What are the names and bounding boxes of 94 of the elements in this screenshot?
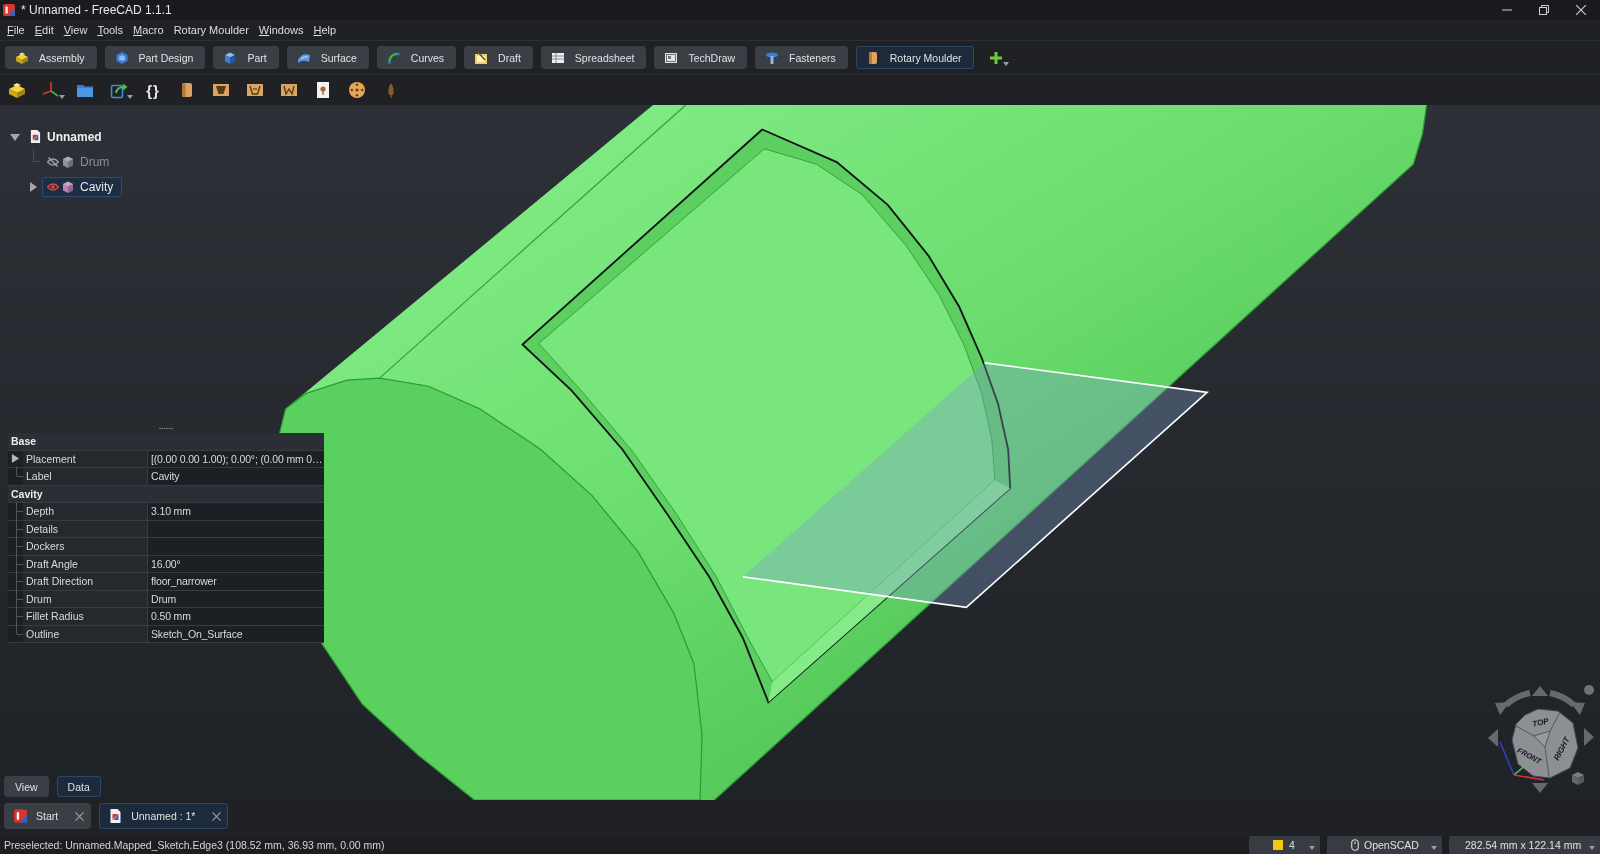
- arrow-right-icon[interactable]: [28, 181, 38, 192]
- plus-icon[interactable]: [989, 51, 1002, 64]
- axes-icon[interactable]: [42, 81, 60, 99]
- menu-item[interactable]: File: [7, 24, 25, 36]
- restore-icon[interactable]: [1539, 5, 1549, 15]
- left-arrow-icon[interactable]: [1488, 729, 1498, 747]
- axis-triad-icon: [1499, 741, 1545, 781]
- document-icon: [109, 809, 123, 823]
- group-header: Base: [8, 433, 324, 451]
- drafting-board-icon: [474, 50, 489, 65]
- workbench-tab[interactable]: Assembly: [5, 46, 97, 69]
- caret-icon[interactable]: [1309, 846, 1315, 850]
- recess-icon[interactable]: [246, 81, 264, 99]
- menu-item[interactable]: Macro: [133, 24, 164, 36]
- swatch-icon: [1273, 840, 1283, 850]
- cube-face-label: TOP: [1531, 716, 1550, 729]
- property-value[interactable]: Sketch_On_Surface: [148, 625, 324, 642]
- eye-icon[interactable]: [47, 180, 59, 193]
- property-name: Label: [23, 468, 148, 485]
- tree-item[interactable]: Unnamed: [25, 126, 111, 147]
- property-value[interactable]: [(0.00 0.00 1.00); 0.00°; (0.00 mm 0…: [148, 450, 324, 467]
- workbench-tab[interactable]: Rotary Moulder: [855, 46, 974, 69]
- cube-icon: [223, 50, 238, 65]
- down-arrow-icon[interactable]: [1532, 783, 1548, 793]
- window-title: * Unnamed - FreeCAD 1.1.1: [21, 3, 172, 17]
- property-name: Depth: [23, 503, 148, 520]
- caret-icon[interactable]: [1589, 846, 1595, 850]
- menu-item[interactable]: Rotary Moulder: [173, 24, 249, 36]
- disc-icon[interactable]: [348, 81, 366, 99]
- property-value[interactable]: Cavity: [148, 468, 324, 485]
- sheet-icon[interactable]: [314, 81, 332, 99]
- menu-dot-icon[interactable]: [1584, 685, 1594, 695]
- document-icon: [30, 130, 41, 143]
- property-value[interactable]: 0.50 mm: [148, 608, 324, 625]
- navigation-cube[interactable]: [1511, 708, 1579, 779]
- boxes-icon[interactable]: [8, 81, 26, 99]
- property-name: Dockers: [23, 538, 148, 555]
- workbench-tab[interactable]: Surface: [286, 46, 369, 69]
- menu-item[interactable]: View: [63, 24, 88, 36]
- workbench-tab[interactable]: TechDraw: [654, 46, 748, 69]
- crossed-eye-icon[interactable]: [47, 155, 59, 168]
- property-name: Draft Direction: [23, 573, 148, 590]
- tree-item[interactable]: Cavity: [42, 176, 123, 197]
- notch-icon[interactable]: [280, 81, 298, 99]
- small-cube-icon[interactable]: [1572, 772, 1584, 785]
- menu-item[interactable]: Help: [313, 24, 337, 36]
- workbench-tab[interactable]: Curves: [376, 46, 457, 69]
- curved-arrow-icon[interactable]: [1549, 690, 1585, 715]
- caret-icon[interactable]: [127, 95, 133, 99]
- curve-icon: [386, 50, 401, 65]
- status-dropdown[interactable]: 282.54 mm x 122.14 mm: [1449, 836, 1600, 854]
- export-icon[interactable]: [110, 81, 128, 99]
- status-dropdown[interactable]: OpenSCAD: [1327, 836, 1442, 854]
- app-logo-icon: [3, 4, 15, 16]
- panel-tab[interactable]: Data: [56, 776, 101, 797]
- property-name: Fillet Radius: [23, 608, 148, 625]
- app-logo-icon: [14, 809, 27, 823]
- grip-icon[interactable]: [159, 426, 173, 430]
- close-icon[interactable]: [1576, 5, 1586, 15]
- document-tab[interactable]: Start: [4, 803, 92, 829]
- drawing-sheet-icon: [664, 50, 679, 65]
- workbench-tab[interactable]: Part Design: [104, 46, 206, 69]
- menu-item[interactable]: Windows: [258, 24, 304, 36]
- status-dropdown[interactable]: 4: [1249, 836, 1320, 854]
- property-value[interactable]: floor_narrower: [148, 573, 324, 590]
- tree-item[interactable]: Drum: [42, 151, 119, 172]
- up-arrow-icon[interactable]: [1532, 686, 1548, 696]
- caret-icon[interactable]: [1431, 846, 1437, 850]
- menu-item[interactable]: Tools: [97, 24, 124, 36]
- right-arrow-icon[interactable]: [1584, 728, 1594, 746]
- braces-button[interactable]: {}: [146, 81, 160, 99]
- close-icon[interactable]: [212, 811, 222, 821]
- mouse-icon: [1351, 839, 1359, 851]
- workbench-tab[interactable]: Part: [213, 46, 279, 69]
- status-message: Preselected: Unnamed.Mapped_Sketch.Edge3 (108.52 mm, 36.93 mm, 0.00 mm): [3, 839, 385, 851]
- panel-tab[interactable]: View: [4, 776, 49, 797]
- workbench-tab[interactable]: Spreadsheet: [540, 46, 647, 69]
- workbench-tab[interactable]: Draft: [464, 46, 533, 69]
- property-value[interactable]: 16.00°: [148, 555, 324, 572]
- arrow-down-icon[interactable]: [10, 131, 20, 142]
- document-tab[interactable]: Unnamed : 1*: [99, 803, 229, 829]
- hexagon-icon: [114, 50, 129, 65]
- arrow-right-icon[interactable]: [11, 454, 20, 464]
- caret-icon[interactable]: [59, 95, 65, 99]
- curved-arrow-icon[interactable]: [1495, 690, 1531, 715]
- property-value[interactable]: Drum: [148, 590, 324, 607]
- workbench-tab[interactable]: Fasteners: [755, 46, 848, 69]
- caret-icon[interactable]: [1002, 61, 1009, 66]
- boxes-icon: [15, 50, 29, 65]
- screw-icon: [765, 50, 780, 65]
- trapezoid-icon[interactable]: [212, 81, 230, 99]
- grid-icon: [550, 50, 565, 65]
- property-value[interactable]: 3.10 mm: [148, 503, 324, 520]
- menu-item[interactable]: Edit: [34, 24, 54, 36]
